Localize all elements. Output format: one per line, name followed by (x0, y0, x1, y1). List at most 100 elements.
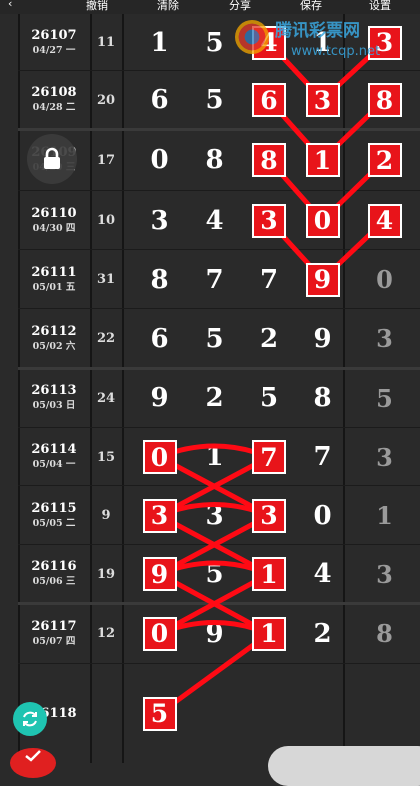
highlighted-digit[interactable]: 8 (367, 83, 402, 117)
issue-cell: 26115 05/05 二 (18, 486, 90, 545)
digit-cell[interactable]: 6 (132, 309, 187, 368)
clear-button[interactable]: 清除 (157, 0, 179, 13)
settings-button[interactable]: 设置 (369, 0, 391, 13)
highlighted-digit[interactable]: 4 (367, 203, 402, 238)
digit-cell[interactable]: 7 (242, 250, 296, 309)
digit-cell[interactable]: 2 (187, 368, 242, 428)
highlighted-digit[interactable]: 9 (142, 557, 177, 591)
issue-number: 26113 (31, 383, 77, 398)
issue-number: 26111 (31, 264, 77, 280)
issue-cell: 26113 05/03 日 (18, 368, 90, 428)
watermark-logo-icon (235, 20, 269, 54)
watermark-title: 腾讯彩票网 (275, 21, 360, 41)
issue-date: 04/27 一 (32, 44, 76, 56)
digit-cell[interactable]: 4 (296, 545, 349, 603)
issue-date: 05/02 六 (32, 340, 76, 352)
save-button[interactable]: 保存 (300, 0, 322, 13)
issue-date: 05/06 三 (32, 576, 76, 587)
issue-number: 26117 (31, 618, 77, 634)
issue-cell: 26107 04/27 一 (18, 14, 90, 71)
digit-cell[interactable]: 3 (187, 486, 242, 545)
undo-button[interactable]: 撤销 (86, 0, 108, 13)
sum-value: 31 (96, 272, 116, 287)
issue-cell: 26112 05/02 六 (18, 309, 90, 368)
issue-date: 05/04 一 (32, 459, 76, 470)
digit-cell[interactable]: 0 (349, 250, 420, 309)
highlighted-digit[interactable]: 1 (252, 616, 286, 651)
issue-number: 26114 (31, 442, 77, 457)
sum-value: 19 (96, 566, 116, 582)
digit-cell[interactable]: 7 (296, 428, 349, 486)
issue-number: 26108 (31, 85, 77, 100)
trend-grid: 2610704/27 一11154132610804/28 二206563826… (0, 0, 420, 763)
digit-cell[interactable]: 5 (187, 14, 242, 71)
issue-cell: 26111 05/01 五 (18, 250, 90, 309)
digit-cell[interactable]: 8 (187, 129, 242, 191)
highlighted-digit[interactable]: 8 (252, 143, 286, 177)
digit-cell[interactable]: 3 (132, 191, 187, 250)
digit-cell[interactable]: 5 (187, 71, 242, 129)
digit-cell[interactable]: 3 (349, 309, 420, 368)
issue-number: 26107 (31, 27, 77, 43)
lock-button[interactable] (27, 134, 77, 184)
issue-number: 26116 (31, 559, 77, 574)
issue-date: 04/30 四 (32, 222, 76, 234)
watermark-url: www.tcqp.net (291, 44, 381, 59)
digit-cell[interactable]: 5 (187, 545, 242, 603)
highlighted-digit[interactable]: 3 (142, 498, 177, 533)
digit-cell[interactable]: 2 (242, 309, 296, 368)
sum-value: 10 (96, 213, 116, 228)
bottom-action-button[interactable] (10, 748, 56, 778)
refresh-icon (23, 711, 37, 727)
highlighted-digit[interactable]: 5 (142, 696, 177, 731)
digit-cell[interactable]: 1 (132, 14, 187, 71)
highlighted-digit[interactable]: 1 (305, 143, 340, 177)
issue-number: 26112 (31, 323, 77, 339)
digit-cell[interactable]: 9 (296, 309, 349, 368)
digit-cell[interactable]: 8 (349, 603, 420, 664)
digit-cell[interactable]: 7 (187, 250, 242, 309)
issue-date: 05/07 四 (32, 635, 76, 647)
highlighted-digit[interactable]: 1 (252, 557, 286, 591)
digit-cell[interactable]: 2 (296, 603, 349, 664)
digit-cell[interactable]: 0 (296, 486, 349, 545)
back-arrow-icon[interactable]: ‹ (8, 0, 12, 10)
highlighted-digit[interactable]: 2 (367, 143, 402, 177)
digit-cell[interactable]: 8 (132, 250, 187, 309)
lock-icon (44, 147, 60, 169)
refresh-button[interactable] (13, 702, 47, 736)
highlighted-digit[interactable]: 7 (252, 440, 286, 474)
share-button[interactable]: 分享 (229, 0, 251, 13)
highlighted-digit[interactable]: 9 (305, 262, 340, 297)
sum-value: 20 (96, 92, 116, 108)
issue-date: 05/01 五 (32, 281, 76, 293)
digit-cell[interactable]: 5 (349, 368, 420, 428)
highlighted-digit[interactable]: 3 (252, 203, 286, 238)
digit-cell[interactable]: 5 (242, 368, 296, 428)
sum-value: 22 (96, 331, 116, 346)
digit-cell[interactable]: 1 (187, 428, 242, 486)
digit-cell[interactable]: 3 (349, 428, 420, 486)
sum-value: 12 (96, 626, 116, 641)
sum-value: 24 (96, 390, 116, 406)
highlighted-digit[interactable]: 0 (142, 440, 177, 474)
highlighted-digit[interactable]: 0 (305, 203, 340, 238)
issue-date: 05/03 日 (32, 400, 76, 411)
digit-cell[interactable]: 4 (187, 191, 242, 250)
highlighted-digit[interactable]: 0 (142, 616, 177, 651)
bottom-nav-pill[interactable] (268, 746, 420, 786)
digit-cell[interactable]: 9 (132, 368, 187, 428)
digit-cell[interactable]: 9 (187, 603, 242, 664)
sum-value: 17 (96, 152, 116, 168)
digit-cell[interactable]: 5 (187, 309, 242, 368)
highlighted-digit[interactable]: 3 (305, 83, 340, 117)
sum-value: 9 (101, 508, 111, 523)
digit-cell[interactable]: 8 (296, 368, 349, 428)
highlighted-digit[interactable]: 3 (252, 498, 286, 533)
issue-cell: 26117 05/07 四 (18, 603, 90, 664)
digit-cell[interactable]: 1 (349, 486, 420, 545)
digit-cell[interactable]: 6 (132, 71, 187, 129)
highlighted-digit[interactable]: 6 (252, 83, 286, 117)
digit-cell[interactable]: 3 (349, 545, 420, 603)
digit-cell[interactable]: 0 (132, 129, 187, 191)
